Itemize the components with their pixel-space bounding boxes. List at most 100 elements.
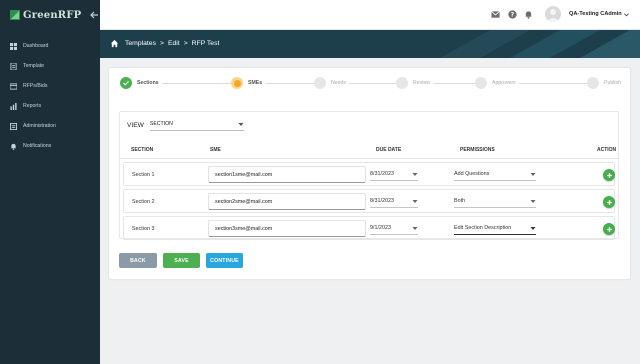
dropdown-arrow-icon: [530, 200, 536, 203]
wizard-stepper: Sections SMEs Needs Review Approvers Pub…: [109, 68, 630, 98]
plus-icon: [606, 226, 612, 232]
sidebar-nav: Dashboard Template RFPs/Bids Reports Adm…: [0, 36, 100, 156]
permission-select[interactable]: Add Questions: [454, 168, 536, 181]
sme-email-input[interactable]: section3sme@mail.com: [208, 220, 366, 237]
pending-step-icon: [587, 77, 599, 89]
plus-icon: [606, 199, 612, 205]
add-sme-button[interactable]: [603, 196, 615, 208]
banner-decoration: [440, 30, 640, 58]
home-icon[interactable]: [110, 39, 119, 48]
permission-value: Add Questions: [454, 171, 490, 177]
continue-button[interactable]: CONTINUE: [206, 253, 243, 268]
add-sme-button[interactable]: [603, 223, 615, 235]
dropdown-arrow-icon: [412, 227, 418, 230]
collapse-menu-icon[interactable]: [89, 10, 99, 20]
column-header-due-date: DUE DATE: [376, 147, 402, 153]
sidebar-item-rfps[interactable]: RFPs/Bids: [0, 76, 100, 96]
due-date-picker[interactable]: 8/31/2023: [370, 195, 418, 208]
mail-icon[interactable]: [491, 10, 500, 19]
template-edit-card: Sections SMEs Needs Review Approvers Pub…: [109, 68, 630, 279]
breadcrumb-edit[interactable]: Edit: [168, 40, 180, 47]
logo[interactable]: GreenRFP: [0, 0, 100, 30]
sidebar-item-notifications[interactable]: Notifications: [0, 136, 100, 156]
stepper-line: [124, 83, 614, 84]
user-icon: [547, 9, 559, 22]
logo-text: GreenRFP: [23, 9, 82, 21]
sme-assignment-panel: VIEW SECTION SECTION SME DUE DATE PERMIS…: [119, 111, 619, 240]
check-icon: [120, 77, 132, 89]
topbar: ? QA-Testing CAdmin: [100, 0, 640, 30]
section-name: Section 1: [132, 172, 155, 178]
bell-icon: [11, 143, 16, 150]
table-row: Section 1 section1sme@mail.com 8/31/2023…: [123, 162, 615, 186]
view-select[interactable]: SECTION: [149, 119, 244, 131]
header-divider: [120, 158, 618, 159]
sidebar-item-administration[interactable]: Administration: [0, 116, 100, 136]
column-header-section: SECTION: [131, 147, 154, 153]
sme-email-input[interactable]: section1sme@mail.com: [208, 166, 366, 183]
step-label: Needs: [331, 80, 346, 86]
logo-icon: [10, 10, 20, 20]
help-icon[interactable]: ?: [508, 10, 517, 19]
section-name: Section 3: [132, 226, 155, 232]
avatar[interactable]: [545, 6, 561, 22]
add-sme-button[interactable]: [603, 169, 615, 181]
pending-step-icon: [396, 77, 408, 89]
breadcrumb-separator: >: [159, 40, 164, 47]
reports-icon: [10, 102, 17, 110]
permission-value: Edit Section Description: [454, 225, 512, 231]
sidebar-item-label: RFPs/Bids: [23, 83, 48, 89]
sidebar-item-reports[interactable]: Reports: [0, 96, 100, 116]
save-button[interactable]: SAVE: [163, 253, 200, 268]
table-row: Section 3 section3sme@mail.com 9/1/2023 …: [123, 216, 615, 240]
column-header-sme: SME: [210, 147, 221, 153]
sidebar-item-template[interactable]: Template: [0, 56, 100, 76]
due-date-picker[interactable]: 9/1/2023: [370, 222, 418, 235]
sidebar-item-label: Reports: [23, 103, 42, 109]
column-header-action: ACTION: [597, 147, 617, 153]
due-date-value: 8/31/2023: [370, 198, 394, 204]
section-name: Section 2: [132, 199, 155, 205]
sidebar-item-label: Dashboard: [23, 43, 49, 49]
dropdown-arrow-icon: [238, 123, 244, 126]
breadcrumb: Templates > Edit > RFP Test: [110, 39, 219, 48]
dropdown-arrow-icon: [530, 227, 536, 230]
step-label: SMEs: [248, 80, 263, 86]
administration-icon: [10, 122, 17, 130]
step-publish[interactable]: Publish: [587, 77, 625, 89]
view-selector: VIEW SECTION: [127, 119, 244, 131]
sme-email-input[interactable]: section2sme@mail.com: [208, 193, 366, 210]
dropdown-arrow-icon: [530, 173, 536, 176]
breadcrumb-separator: >: [183, 40, 188, 47]
sidebar-item-label: Administration: [23, 123, 56, 129]
user-name[interactable]: QA-Testing CAdmin: [569, 11, 622, 17]
due-date-picker[interactable]: 8/31/2023: [370, 168, 418, 181]
pending-step-icon: [314, 77, 326, 89]
step-approvers[interactable]: Approvers: [475, 77, 519, 89]
template-icon: [10, 62, 17, 70]
step-needs[interactable]: Needs: [314, 77, 349, 89]
step-smes[interactable]: SMEs: [231, 77, 266, 89]
step-label: Sections: [137, 80, 159, 86]
breadcrumb-templates[interactable]: Templates: [125, 40, 156, 47]
step-sections[interactable]: Sections: [120, 77, 162, 89]
permission-select[interactable]: Both: [454, 195, 536, 208]
sidebar: GreenRFP Dashboard Template RFPs/Bids Re…: [0, 0, 100, 364]
breadcrumb-current: RFP Test: [191, 40, 220, 47]
sidebar-item-label: Notifications: [23, 143, 52, 149]
chevron-down-icon[interactable]: [623, 11, 630, 18]
view-label: VIEW: [127, 121, 144, 129]
notification-bell-icon[interactable]: [524, 10, 533, 19]
permission-select[interactable]: Edit Section Description: [454, 222, 536, 235]
permission-value: Both: [454, 198, 466, 204]
rfps-icon: [10, 82, 17, 90]
plus-icon: [606, 172, 612, 178]
due-date-value: 9/1/2023: [370, 225, 391, 231]
dashboard-icon: [10, 42, 17, 50]
step-label: Approvers: [492, 80, 516, 86]
step-review[interactable]: Review: [396, 77, 434, 89]
sidebar-item-dashboard[interactable]: Dashboard: [0, 36, 100, 56]
back-button[interactable]: BACK: [119, 253, 157, 268]
active-step-icon: [231, 77, 243, 89]
dropdown-arrow-icon: [412, 200, 418, 203]
